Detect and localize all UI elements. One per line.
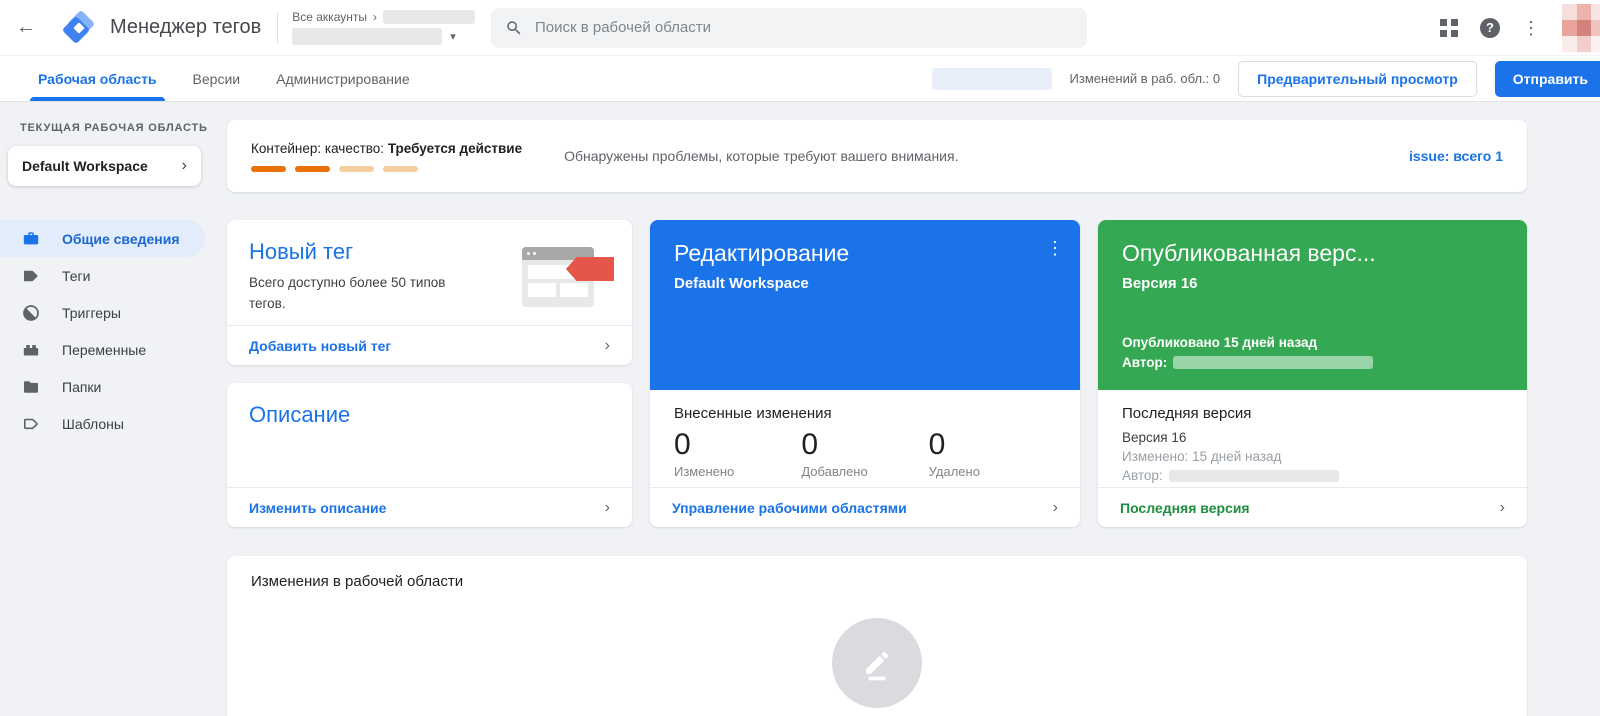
tag-manager-logo-icon	[61, 9, 96, 45]
add-new-tag-link: Добавить новый тег	[249, 337, 392, 354]
top-bar: ← Менеджер тегов Все аккаунты › ▾ ? ⋮	[0, 0, 1600, 56]
tab-workspace[interactable]: Рабочая область	[20, 56, 175, 101]
variables-icon	[23, 344, 39, 355]
description-title: Описание	[249, 402, 351, 427]
stat-deleted: 0 Удалено	[928, 428, 980, 479]
tag-illustration-icon	[522, 241, 614, 307]
search-input[interactable]	[535, 19, 1073, 36]
workspace-name: Default Workspace	[22, 158, 148, 174]
help-icon[interactable]: ?	[1480, 17, 1500, 38]
redacted-container-name	[292, 28, 443, 45]
latest-version-link: Последняя версия	[1120, 499, 1250, 516]
sidebar-item-variables[interactable]: Переменные	[0, 331, 205, 368]
overview-icon	[23, 231, 39, 244]
latest-version-footer[interactable]: Последняя версия ›	[1098, 487, 1527, 527]
chevron-right-icon: ›	[604, 498, 610, 516]
sidebar-item-templates[interactable]: Шаблоны	[0, 405, 205, 442]
workspace-changes-count: Изменений в раб. обл.: 0	[1069, 71, 1221, 86]
new-tag-description: Всего доступно более 50 типов тегов.	[249, 275, 446, 311]
redacted-author-name	[1173, 356, 1374, 369]
sidebar-nav: Общие сведения Теги Триггеры Переменные …	[0, 220, 225, 442]
app-title: Менеджер тегов	[110, 16, 262, 38]
published-date: Опубликовано 15 дней назад	[1122, 335, 1318, 350]
account-switcher[interactable]: Все аккаунты › ▾	[292, 10, 475, 45]
published-version-number: Версия 16	[1122, 275, 1198, 292]
banner-title: Контейнер: качество: Требуется действие	[251, 140, 523, 156]
current-workspace-label: ТЕКУЩАЯ РАБОЧАЯ ОБЛАСТЬ	[20, 122, 208, 134]
workspace-search[interactable]	[491, 7, 1087, 48]
tag-icon	[24, 270, 38, 281]
edit-description-footer[interactable]: Изменить описание ›	[227, 487, 632, 527]
published-title: Опубликованная верс...	[1122, 240, 1376, 266]
chevron-right-icon: ›	[181, 157, 187, 174]
editing-workspace-name: Default Workspace	[674, 275, 809, 292]
description-card: Описание Изменить описание ›	[227, 383, 632, 527]
folder-icon	[24, 380, 38, 393]
sidebar: ТЕКУЩАЯ РАБОЧАЯ ОБЛАСТЬ Default Workspac…	[0, 102, 225, 716]
submit-button[interactable]: Отправить	[1494, 60, 1600, 97]
preview-button[interactable]: Предварительный просмотр	[1238, 60, 1477, 97]
severity-bars-icon	[251, 165, 522, 172]
redacted-account-name	[383, 10, 475, 24]
edit-pencil-icon	[832, 618, 922, 708]
search-icon	[507, 20, 521, 34]
manage-workspaces-footer[interactable]: Управление рабочими областями ›	[650, 487, 1080, 527]
stat-added: 0 Добавлено	[801, 428, 868, 479]
container-quality-banner: Контейнер: качество: Требуется действие …	[227, 120, 1527, 192]
author-label: Автор:	[1122, 355, 1168, 370]
redacted-container-id	[931, 67, 1052, 90]
edit-description-link: Изменить описание	[249, 499, 387, 516]
sidebar-item-folders[interactable]: Папки	[0, 368, 205, 405]
back-button[interactable]: ←	[6, 8, 46, 48]
tab-versions[interactable]: Версии	[175, 56, 259, 101]
sidebar-item-triggers[interactable]: Триггеры	[0, 294, 205, 331]
issue-link[interactable]: issue: всего 1	[1409, 148, 1503, 164]
new-tag-title: Новый тег	[249, 239, 354, 264]
new-tag-card: Новый тег Всего доступно более 50 типов …	[227, 220, 632, 365]
header-divider	[277, 11, 279, 44]
chevron-right-icon: ›	[604, 336, 610, 354]
editing-title: Редактирование	[674, 240, 850, 266]
workspace-changes-card: Изменения в рабочей области	[227, 556, 1527, 716]
published-version-card: Опубликованная верс... Версия 16 Опублик…	[1098, 220, 1527, 527]
sidebar-item-tags[interactable]: Теги	[0, 257, 205, 294]
workspace-changes-title: Изменения в рабочей области	[251, 573, 464, 590]
stat-modified: 0 Изменено	[674, 428, 735, 479]
chevron-right-icon: ›	[1052, 498, 1058, 516]
tab-bar: Рабочая область Версии Администрирование…	[0, 56, 1600, 102]
more-vert-icon[interactable]: ⋮	[1522, 19, 1540, 37]
editing-card: Редактирование Default Workspace ⋮ Внесе…	[650, 220, 1080, 527]
trigger-icon	[23, 304, 39, 321]
sidebar-item-overview[interactable]: Общие сведения	[0, 220, 205, 257]
manage-workspaces-link: Управление рабочими областями	[672, 499, 907, 516]
caret-down-icon: ▾	[450, 31, 456, 43]
banner-message: Обнаружены проблемы, которые требуют ваш…	[564, 148, 959, 164]
all-accounts-label: Все аккаунты	[292, 10, 367, 24]
workspace-selector[interactable]: Default Workspace ›	[8, 146, 201, 186]
card-more-vert-icon[interactable]: ⋮	[1046, 238, 1064, 259]
chevron-right-icon: ›	[1499, 498, 1505, 516]
tab-admin[interactable]: Администрирование	[258, 56, 428, 101]
latest-modified-date: Изменено: 15 дней назад	[1122, 449, 1282, 464]
latest-version-number: Версия 16	[1122, 430, 1187, 445]
main-content: Контейнер: качество: Требуется действие …	[225, 102, 1600, 716]
changes-made-title: Внесенные изменения	[674, 405, 832, 422]
redacted-author-name	[1168, 469, 1339, 482]
latest-author-label: Автор:	[1122, 468, 1163, 483]
avatar[interactable]	[1562, 3, 1600, 52]
add-new-tag-footer[interactable]: Добавить новый тег ›	[227, 325, 632, 365]
breadcrumb-chevron-icon: ›	[373, 10, 377, 24]
latest-version-title: Последняя версия	[1122, 405, 1252, 422]
apps-grid-icon[interactable]	[1440, 18, 1458, 37]
template-icon	[24, 418, 38, 429]
